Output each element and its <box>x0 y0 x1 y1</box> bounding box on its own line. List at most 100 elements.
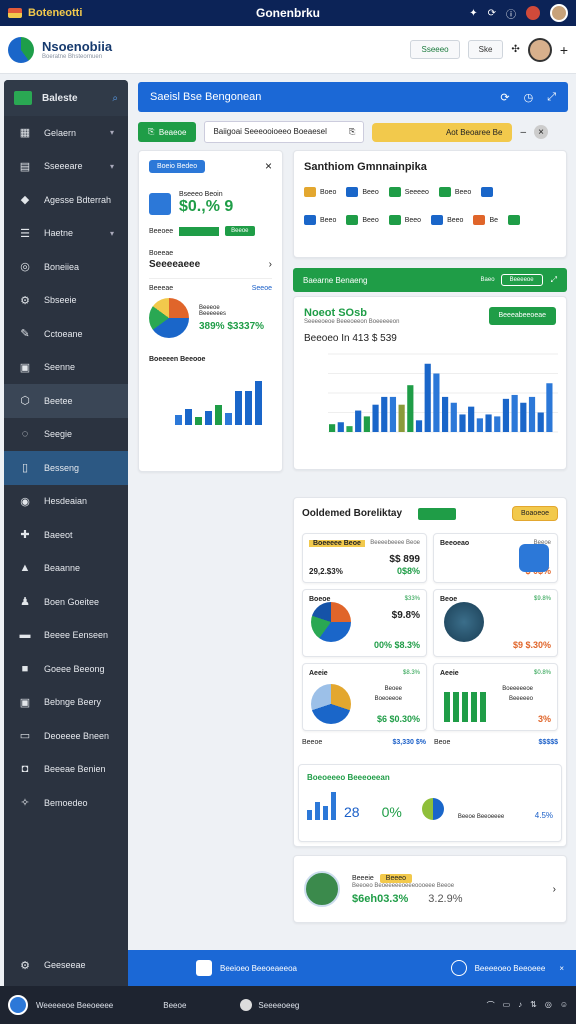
user-card-icon <box>149 192 171 215</box>
sidebar-item[interactable]: ▬ Beeee Eenseen <box>4 619 128 653</box>
section-search[interactable]: Beeeeoe <box>500 274 543 286</box>
overview-item[interactable]: Be <box>473 215 498 225</box>
header-avatar[interactable] <box>527 37 552 62</box>
taskbar-mid[interactable]: Beeoe <box>163 1001 186 1010</box>
chevron-right-icon[interactable]: › <box>269 259 272 270</box>
sidebar-item[interactable]: ✚ Baeeot <box>4 518 128 552</box>
sidebar-item[interactable]: ◌ Seegie <box>4 418 128 452</box>
tile-legend-2: Beeeeeo <box>508 696 533 702</box>
user-avatar[interactable] <box>550 4 568 22</box>
sidebar-item[interactable]: ◘ Beeeae Benien <box>4 753 128 787</box>
taskbar-user[interactable]: Weeeeeoe Beeoeeee <box>36 1001 113 1010</box>
sidebar-item[interactable]: ▣ Seenne <box>4 351 128 385</box>
sidebar-item-label: Deoeeee Bneen <box>44 730 110 741</box>
chevron-down-icon[interactable]: ▾ <box>110 128 114 137</box>
filter-tab[interactable]: ⎘ Beaeoe <box>138 122 197 142</box>
info-icon[interactable]: ⓘ <box>506 6 516 21</box>
header-button-1[interactable]: Sseeeo <box>410 40 460 59</box>
footer-app-icon[interactable] <box>196 960 212 976</box>
sidebar-item[interactable]: ✎ Cctoeane <box>4 317 128 351</box>
network-icon[interactable]: ⇅ <box>530 1000 537 1011</box>
chart-bar <box>459 414 466 432</box>
overview-item[interactable]: Boeo <box>304 187 336 197</box>
sidebar-item[interactable]: ▲ Beaanne <box>4 552 128 586</box>
sidebar-item[interactable]: ⚙ Sbseeie <box>4 284 128 318</box>
filter-field[interactable]: Baiigoai Seeeooioeeo Boeaesel ⎘ <box>204 121 365 143</box>
overview-item[interactable]: Beeo <box>438 187 471 197</box>
expand-icon[interactable]: ⤢ <box>547 91 556 104</box>
footer-status-icon[interactable] <box>450 960 467 976</box>
sidebar-item[interactable]: ■ Goeee Beeong <box>4 652 128 686</box>
dashboard-action-button[interactable]: Boaoeoe <box>511 506 558 521</box>
sidebar-item[interactable]: ▤ Sseeeare ▾ <box>4 150 128 184</box>
overview-item[interactable] <box>508 215 524 225</box>
sidebar-item[interactable]: ◎ Boneiiea <box>4 250 128 284</box>
dashboard-tile[interactable]: Boeeeee Beoe Beeeebeeee Beoe 0$8% $$ 899 29,… <box>302 533 427 583</box>
sidebar-item[interactable]: ▯ Besseng <box>4 451 128 485</box>
filter-highlight[interactable]: Aot Beoaree Be <box>372 122 513 142</box>
filter-copy-icon[interactable]: ⎘ <box>349 127 355 137</box>
sidebar-item[interactable]: ⬡ Beetee <box>4 384 128 418</box>
sidebar-item[interactable]: ▭ Deoeeee Bneen <box>4 719 128 753</box>
progress-button[interactable]: Beeoe <box>225 226 255 236</box>
history-icon[interactable]: ◷ <box>524 91 534 104</box>
dashboard-tile[interactable]: Aeeie $8.3% $6 $0.30% Beoee Boeoeeoe <box>302 663 427 731</box>
overview-item[interactable]: Seeeeo <box>388 187 429 197</box>
overview-item[interactable]: Beeo <box>431 215 463 225</box>
close-icon[interactable]: × <box>534 125 549 139</box>
dashboard-tile[interactable]: Boeoe $33% 00% $8.3% $9.8% <box>302 589 427 657</box>
refresh-icon[interactable]: ⟳ <box>500 91 509 104</box>
taskbar-avatar[interactable] <box>8 995 28 1015</box>
close-icon[interactable]: × <box>265 159 272 173</box>
menu-icon[interactable] <box>14 91 32 105</box>
sidebar-item[interactable]: ✧ Bemoedeo <box>4 786 128 820</box>
dashboard-tile[interactable]: BeeoeaoBeeoe$ 0$% <box>433 533 558 583</box>
sidebar-item[interactable]: ◉ Hesdeaian <box>4 485 128 519</box>
sidebar-item[interactable]: ▣ Bebnge Beery <box>4 686 128 720</box>
overview-item[interactable]: Beeo <box>388 215 422 225</box>
sidebar-item[interactable]: ▦ Gelaern ▾ <box>4 116 128 150</box>
puzzle-icon[interactable]: ✦ <box>469 8 477 19</box>
chevron-down-icon[interactable]: ▾ <box>110 229 114 238</box>
header-button-2[interactable]: Ske <box>467 40 504 59</box>
chart-bar <box>398 404 405 432</box>
battery-icon[interactable]: ▭ <box>503 1000 511 1011</box>
close-icon[interactable]: × <box>559 964 564 973</box>
expand-icon[interactable]: ⤢ <box>551 275 557 285</box>
overview-item-label: Beeo <box>404 216 422 224</box>
summary-badge[interactable]: Boeio Bedeo <box>149 159 206 173</box>
overview-title: Santhiom Gmnnainpika <box>304 161 427 173</box>
taskbar-search[interactable]: Seeeeoeeg <box>258 1001 299 1010</box>
profile-icon[interactable] <box>526 6 540 20</box>
sync-icon[interactable]: ⟳ <box>488 8 496 19</box>
chart-button[interactable]: Beeeabeeoeae <box>488 307 556 325</box>
minus-icon[interactable]: – <box>520 127 526 138</box>
chart-bar <box>337 422 344 432</box>
footer-left-label[interactable]: Beeioeo Beeoeaeeoa <box>220 964 297 973</box>
footer-right-label[interactable]: Beeeeoeo Beeoeee <box>475 964 546 973</box>
sidebar-item-label: Gelaern <box>44 127 77 138</box>
wifi-icon[interactable]: ⌒ <box>487 1000 495 1011</box>
volume-icon[interactable]: ♪ <box>518 1000 522 1011</box>
taskbar-search-icon[interactable] <box>240 999 253 1011</box>
overview-item[interactable]: Beeo <box>346 215 379 225</box>
chevron-down-icon[interactable]: ▾ <box>110 162 114 171</box>
app-icon: ■ <box>21 662 29 675</box>
sidebar-item[interactable]: ◆ Agesse Bdterrah <box>4 183 128 217</box>
sidebar-bottom-item[interactable]: ⚙ Geeseeae <box>4 949 128 983</box>
user-icon[interactable]: ☺ <box>560 1000 568 1011</box>
settings-icon[interactable]: ✣ <box>511 44 519 55</box>
overview-item[interactable]: Beeo <box>304 215 336 225</box>
search-icon[interactable]: ⌕ <box>112 93 118 104</box>
add-icon[interactable]: + <box>560 42 568 58</box>
sidebar-item[interactable]: ☰ Haetne ▾ <box>4 217 128 251</box>
tile-pie-chart <box>311 602 351 642</box>
chevron-right-icon[interactable]: › <box>553 884 556 895</box>
overview-item[interactable] <box>481 187 497 197</box>
dashboard-tile[interactable]: Beoe $9.8% $9 $.30% <box>433 589 558 657</box>
sidebar-item[interactable]: ♟ Boen Goeitee <box>4 585 128 619</box>
dashboard-tile[interactable]: Aeeie $0.8% 3% Boeeeeeoe Beeeeeo <box>433 663 558 731</box>
chart-bar <box>346 426 353 432</box>
overview-item[interactable]: Beeo <box>346 187 379 197</box>
notifications-icon[interactable]: ◎ <box>545 1000 552 1011</box>
